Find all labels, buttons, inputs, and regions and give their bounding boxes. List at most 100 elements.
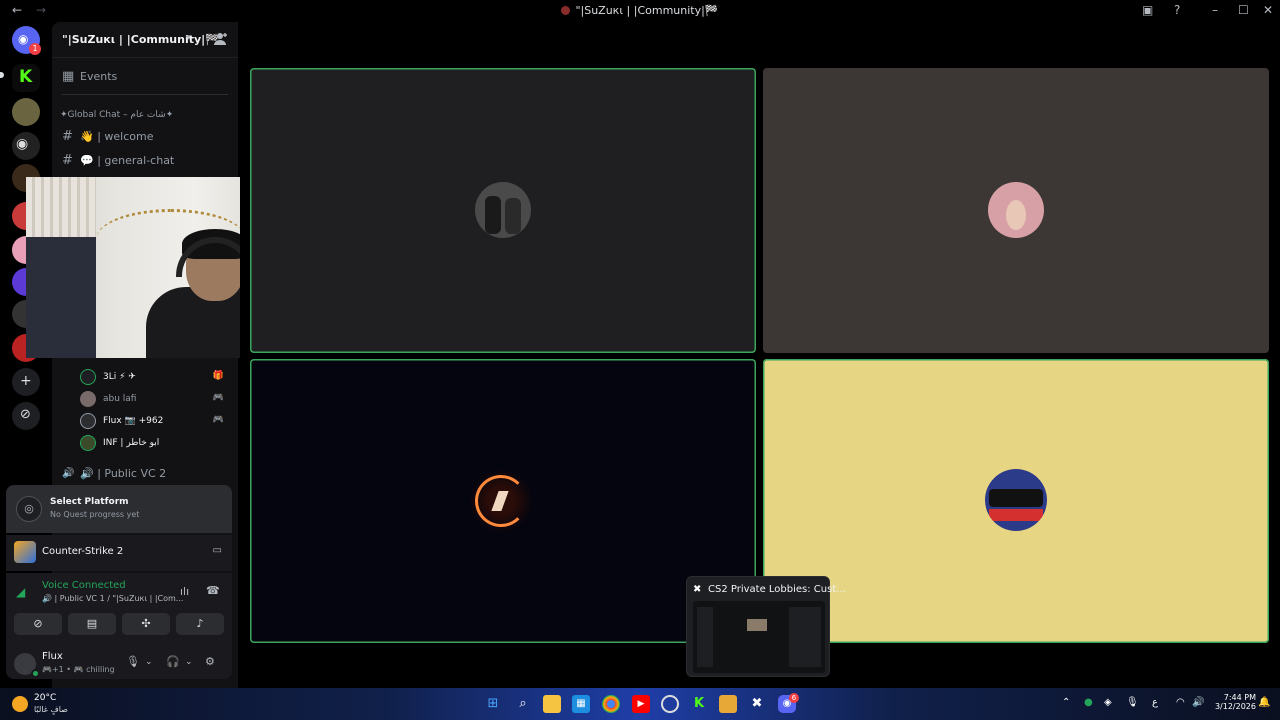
language-indicator[interactable]: ع bbox=[1152, 697, 1158, 708]
channel-general-chat[interactable]: # 💬 | general-chat bbox=[58, 150, 232, 172]
title-bar: ← → "|SuZuкι | |Community|🏁 ▣ ? – ☐ ✕ bbox=[0, 0, 1280, 22]
pip-title: CS2 Private Lobbies: Cust... bbox=[708, 584, 846, 595]
voice-member[interactable]: abu lafi 🎮 bbox=[80, 390, 230, 410]
quest-subtitle: No Quest progress yet bbox=[50, 510, 140, 519]
game-name: Counter-Strike 2 bbox=[42, 546, 124, 557]
quest-title: Select Platform bbox=[50, 497, 129, 507]
start-windows-icon[interactable]: ⊞ bbox=[484, 695, 502, 713]
capcut-icon[interactable]: ✖ bbox=[748, 695, 766, 713]
unread-pill bbox=[0, 72, 4, 78]
voice-member[interactable]: 3Li ⚡ ✈ 🎁 bbox=[80, 368, 230, 388]
hash-icon: # bbox=[62, 129, 73, 144]
channel-label: 💬 | general-chat bbox=[80, 154, 175, 167]
stream-preview bbox=[693, 601, 825, 673]
close-icon[interactable]: ✕ bbox=[1263, 3, 1273, 17]
notification-bell-icon[interactable]: 🔔 bbox=[1258, 697, 1270, 708]
steam-icon[interactable]: ◈ bbox=[1104, 697, 1112, 708]
member-name: abu lafi bbox=[103, 394, 137, 404]
microphone-icon[interactable]: 🎙 bbox=[1126, 697, 1139, 708]
kick-icon[interactable]: K bbox=[690, 695, 708, 713]
avatar bbox=[469, 469, 533, 533]
invite-member-icon[interactable] bbox=[214, 32, 228, 46]
notification-badge: 6 bbox=[789, 693, 799, 703]
date: 3/12/2026 bbox=[1214, 702, 1256, 711]
events-item[interactable]: ▦ Events bbox=[58, 66, 232, 88]
inbox-icon[interactable]: ▣ bbox=[1142, 3, 1153, 17]
category-global-chat[interactable]: ✦Global Chat – شات عام✦ bbox=[60, 110, 173, 120]
store-icon[interactable]: ▦ bbox=[572, 695, 590, 713]
server-header[interactable]: "|SuZuкι | |Community|🏁 ▾ bbox=[52, 22, 238, 58]
camera-off-button[interactable]: ⊘ bbox=[14, 613, 62, 635]
avatar bbox=[80, 435, 96, 451]
search-icon[interactable]: ⌕ bbox=[514, 695, 532, 713]
youtube-icon[interactable]: ▶ bbox=[632, 695, 650, 713]
chrome-icon[interactable] bbox=[602, 695, 620, 713]
quest-panel[interactable]: ◎ Select Platform No Quest progress yet bbox=[6, 485, 232, 533]
weather-sun-icon bbox=[12, 696, 28, 712]
picture-in-picture-window[interactable]: ✖ CS2 Private Lobbies: Cust... bbox=[686, 576, 846, 677]
member-name: 3Li ⚡ ✈ bbox=[103, 372, 136, 382]
channel-label: 🔊 | Public VC 2 bbox=[80, 467, 167, 480]
noise-suppression-icon[interactable]: ılı bbox=[180, 585, 189, 598]
avatar bbox=[80, 413, 96, 429]
activities-button[interactable]: ✣ bbox=[122, 613, 170, 635]
member-name: INF | ابو خاطر bbox=[103, 438, 160, 448]
signal-icon[interactable]: ◢ bbox=[16, 585, 25, 599]
server-name: "|SuZuкι | |Community|🏁 bbox=[62, 33, 219, 46]
user-panel: Flux 🎮+1 • 🎮 chilling 🎙 ⌄ 🎧 ⌄ ⚙ bbox=[6, 646, 232, 682]
minimize-icon[interactable]: – bbox=[1212, 3, 1218, 17]
windows-taskbar: 20°C صافٍ غالبًا ⊞ ⌕ ▦ ▶ K ✖ ◉ 6 ⌃ ● ◈ 🎙… bbox=[0, 688, 1280, 720]
avatar bbox=[988, 182, 1044, 238]
voice-channel-public-vc-2[interactable]: 🔊 🔊 | Public VC 2 bbox=[58, 463, 232, 485]
chevron-down-icon[interactable]: ⌄ bbox=[145, 657, 153, 667]
online-status-icon bbox=[31, 669, 40, 678]
participant-tile[interactable] bbox=[763, 68, 1269, 353]
speaker-icon: 🔊 bbox=[62, 468, 75, 479]
help-icon[interactable]: ? bbox=[1174, 3, 1180, 17]
participant-tile[interactable] bbox=[250, 68, 756, 353]
divider bbox=[62, 94, 228, 95]
app-icon[interactable] bbox=[719, 695, 737, 713]
file-explorer-icon[interactable] bbox=[543, 695, 561, 713]
avatar bbox=[80, 369, 96, 385]
share-screen-button[interactable]: ▤ bbox=[68, 613, 116, 635]
voice-member[interactable]: INF | ابو خاطر bbox=[80, 434, 230, 454]
participant-tile[interactable] bbox=[763, 359, 1269, 643]
voice-member[interactable]: Flux 📷 +962 🎮 bbox=[80, 412, 230, 432]
chevron-up-icon[interactable]: ⌃ bbox=[1062, 697, 1070, 708]
channel-label: 👋 | welcome bbox=[80, 130, 154, 143]
maximize-icon[interactable]: ☐ bbox=[1238, 3, 1249, 17]
discover-icon[interactable]: ⊘ bbox=[12, 402, 40, 430]
headphones-icon[interactable]: 🎧 bbox=[166, 655, 180, 668]
game-controller-icon: 🎮 bbox=[212, 393, 224, 403]
avatar bbox=[985, 469, 1047, 531]
monitor bbox=[26, 237, 96, 358]
temperature: 20°C bbox=[34, 693, 57, 703]
avatar bbox=[80, 391, 96, 407]
tray-app-icon[interactable]: ● bbox=[1084, 697, 1093, 708]
participant-tile[interactable] bbox=[250, 359, 756, 643]
server-avatar-icon[interactable] bbox=[12, 98, 40, 126]
server-eye-icon[interactable]: ◉ bbox=[12, 132, 40, 160]
channel-welcome[interactable]: # 👋 | welcome bbox=[58, 126, 232, 148]
wifi-icon[interactable]: ◠ bbox=[1176, 697, 1185, 708]
microphone-icon[interactable]: 🎙 bbox=[126, 655, 140, 668]
gift-icon: 🎁 bbox=[212, 371, 224, 381]
soundboard-button[interactable]: ♪ bbox=[176, 613, 224, 635]
settings-gear-icon[interactable]: ⚙ bbox=[205, 655, 215, 668]
disconnect-icon[interactable]: ☎ bbox=[206, 584, 220, 597]
stream-game-icon[interactable]: ▭ bbox=[213, 545, 222, 556]
chevron-down-icon[interactable]: ⌄ bbox=[185, 657, 193, 667]
quest-icon: ◎ bbox=[16, 496, 42, 522]
close-icon[interactable]: ✖ bbox=[693, 584, 701, 595]
server-kick-icon[interactable]: K bbox=[12, 64, 40, 92]
volume-icon[interactable]: 🔊 bbox=[1192, 697, 1204, 708]
voice-channel-path[interactable]: 🔊 | Public VC 1 / "|SuZuкι | |Com... bbox=[42, 594, 183, 603]
chevron-down-icon[interactable]: ▾ bbox=[186, 33, 191, 43]
app-icon[interactable] bbox=[661, 695, 679, 713]
voice-status: Voice Connected bbox=[42, 580, 126, 591]
add-server-icon[interactable]: + bbox=[12, 368, 40, 396]
window-title: "|SuZuкι | |Community|🏁 bbox=[0, 4, 1280, 17]
clock[interactable]: 7:44 PM 3/12/2026 bbox=[1206, 693, 1256, 711]
server-icon bbox=[561, 6, 571, 15]
